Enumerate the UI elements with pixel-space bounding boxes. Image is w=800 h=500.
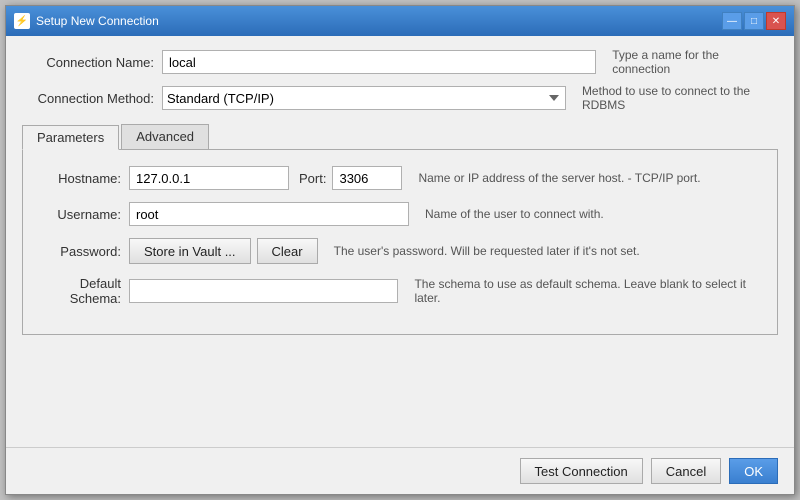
default-schema-input[interactable]	[129, 279, 398, 303]
connection-name-wrap: Type a name for the connection	[162, 48, 778, 76]
tabs-container: Parameters Advanced	[22, 124, 778, 150]
window-title: Setup New Connection	[36, 14, 159, 28]
window-icon: ⚡	[14, 13, 30, 29]
port-label: Port:	[299, 171, 326, 186]
default-schema-label: Default Schema:	[39, 276, 129, 306]
hostname-row: Hostname: Port: Name or IP address of th…	[39, 166, 761, 190]
tab-advanced[interactable]: Advanced	[121, 124, 209, 149]
close-button[interactable]: ✕	[766, 12, 786, 30]
title-bar-left: ⚡ Setup New Connection	[14, 13, 159, 29]
main-window: ⚡ Setup New Connection — □ ✕ Connection …	[5, 5, 795, 495]
connection-name-hint: Type a name for the connection	[612, 48, 778, 76]
title-bar-buttons: — □ ✕	[722, 12, 786, 30]
default-schema-hint: The schema to use as default schema. Lea…	[414, 277, 761, 305]
parameters-panel: Hostname: Port: Name or IP address of th…	[22, 150, 778, 335]
cancel-button[interactable]: Cancel	[651, 458, 721, 484]
username-input[interactable]	[129, 202, 409, 226]
ok-button[interactable]: OK	[729, 458, 778, 484]
port-input[interactable]	[332, 166, 402, 190]
default-schema-row: Default Schema: The schema to use as def…	[39, 276, 761, 306]
username-label: Username:	[39, 207, 129, 222]
window-content: Connection Name: Type a name for the con…	[6, 36, 794, 447]
password-label: Password:	[39, 244, 129, 259]
store-in-vault-button[interactable]: Store in Vault ...	[129, 238, 251, 264]
connection-method-row: Connection Method: Standard (TCP/IP) Loc…	[22, 84, 778, 112]
hostname-hint: Name or IP address of the server host. -…	[418, 171, 700, 185]
maximize-button[interactable]: □	[744, 12, 764, 30]
test-connection-button[interactable]: Test Connection	[520, 458, 643, 484]
hostname-label: Hostname:	[39, 171, 129, 186]
minimize-button[interactable]: —	[722, 12, 742, 30]
connection-name-row: Connection Name: Type a name for the con…	[22, 48, 778, 76]
password-row: Password: Store in Vault ... Clear The u…	[39, 238, 761, 264]
clear-password-button[interactable]: Clear	[257, 238, 318, 264]
title-bar: ⚡ Setup New Connection — □ ✕	[6, 6, 794, 36]
connection-method-wrap: Standard (TCP/IP) Local Socket/Pipe Stan…	[162, 84, 778, 112]
connection-method-label: Connection Method:	[22, 91, 162, 106]
connection-name-input[interactable]	[162, 50, 596, 74]
hostname-input[interactable]	[129, 166, 289, 190]
username-hint: Name of the user to connect with.	[425, 207, 604, 221]
connection-name-label: Connection Name:	[22, 55, 162, 70]
connection-method-select[interactable]: Standard (TCP/IP) Local Socket/Pipe Stan…	[162, 86, 566, 110]
username-row: Username: Name of the user to connect wi…	[39, 202, 761, 226]
tab-parameters[interactable]: Parameters	[22, 125, 119, 150]
footer: Test Connection Cancel OK	[6, 447, 794, 494]
password-hint: The user's password. Will be requested l…	[334, 244, 640, 258]
connection-method-hint: Method to use to connect to the RDBMS	[582, 84, 778, 112]
